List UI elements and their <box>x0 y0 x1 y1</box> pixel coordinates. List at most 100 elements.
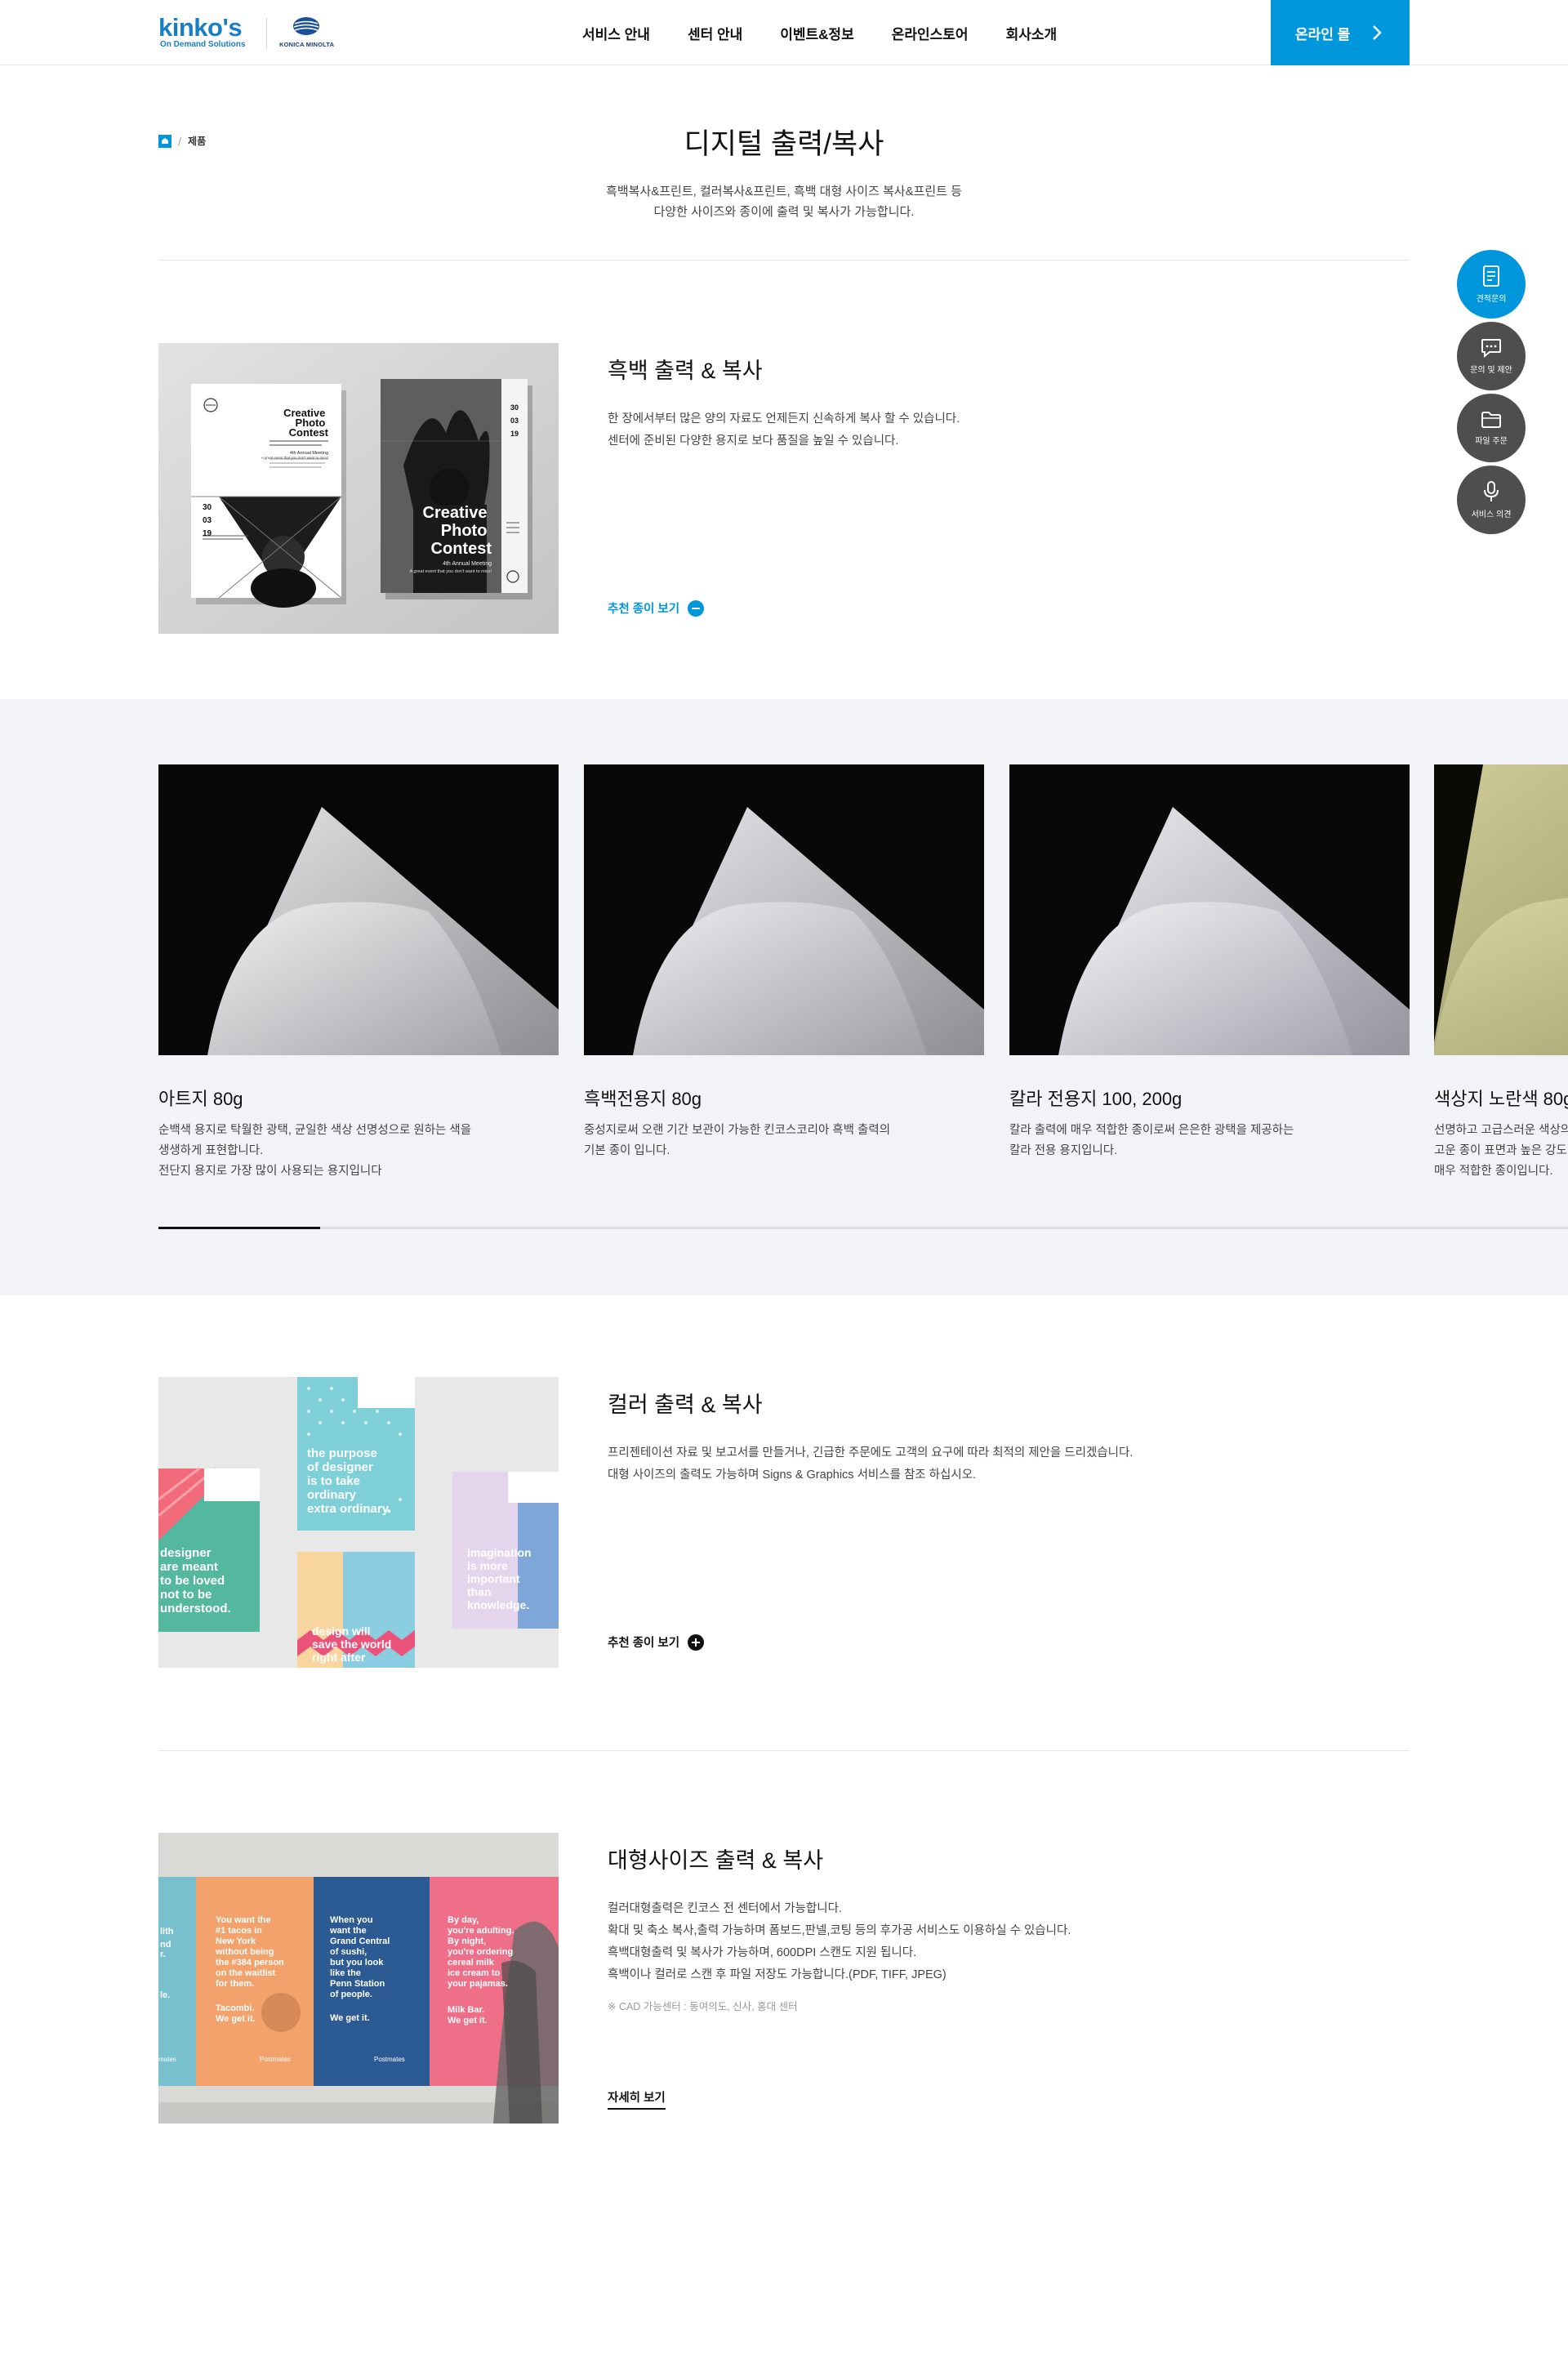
paper-card[interactable]: 아트지 80g 순백색 용지로 탁월한 광택, 균일한 색상 선명성으로 원하는… <box>158 764 559 1182</box>
large-detail-link[interactable]: 자세히 보기 <box>608 2088 666 2110</box>
paper-image <box>158 764 559 1055</box>
paper-desc: 순백색 용지로 탁월한 광택, 균일한 색상 선명성으로 원하는 색을 생생하게… <box>158 1121 559 1182</box>
postmates-label: mates <box>158 2056 176 2063</box>
link-label: 자세히 보기 <box>608 2092 666 2105</box>
poster-date: 19 <box>510 430 519 438</box>
folder-icon <box>1481 411 1501 428</box>
page-title: 디지털 출력/복사 <box>684 128 884 160</box>
quick-label: 견적문의 <box>1476 294 1507 304</box>
paper-carousel: 아트지 80g 순백색 용지로 탁월한 광택, 균일한 색상 선명성으로 원하는… <box>0 699 1568 1295</box>
carousel-progress-bar[interactable] <box>158 1227 1568 1229</box>
paper-name: 아트지 80g <box>158 1089 243 1109</box>
mono-print-image: Creative Photo Contest 4th Annual Meetin… <box>158 343 559 634</box>
poster-date: 03 <box>510 417 519 425</box>
nav-item-centers[interactable]: 센터 안내 <box>669 23 761 43</box>
desc-line: 한 장에서부터 많은 양의 자료도 언제든지 신속하게 복사 할 수 있습니다. <box>608 412 960 426</box>
page-desc-line: 흑백복사&프린트, 컬러복사&프린트, 흑백 대형 사이즈 복사&프린트 등 <box>606 185 962 198</box>
nav-item-online-store[interactable]: 온라인스토어 <box>873 23 987 43</box>
paper-desc: 중성지로써 오랜 기간 보관이 가능한 킨코스코리아 흑백 출력의 기본 종이 … <box>584 1121 984 1161</box>
poster-subtitle: 4th Annual Meeting <box>443 561 492 567</box>
kinkos-logo[interactable]: kinko's On Demand Solutions KONICA MINOL… <box>158 15 354 52</box>
large-poster-illustration: lith nd r. le. mates You want the #1 tacos… <box>158 1833 559 2124</box>
desc-line: 컬러대형출력은 킨코스 전 센터에서 가능합니다. <box>608 1902 842 1915</box>
desc-line: 흑백대형출력 및 복사가 가능하며, 600DPI 스캔도 지원 됩니다. <box>608 1946 917 1959</box>
konica-minolta-text: KONICA MINOLTA <box>279 41 335 48</box>
quick-menu: 견적문의 문의 및 제안 파일 주문 서비스 의견 <box>1457 250 1526 537</box>
nav-item-services[interactable]: 서비스 안내 <box>564 23 669 43</box>
desc-line: 매우 적합한 종이입니다. <box>1434 1165 1553 1178</box>
color-section-title: 컬러 출력 & 복사 <box>608 1393 763 1417</box>
nav-item-events[interactable]: 이벤트&정보 <box>761 23 872 43</box>
poster-date: 03 <box>203 516 212 525</box>
page-description: 흑백복사&프린트, 컬러복사&프린트, 흑백 대형 사이즈 복사&프린트 등 다… <box>0 181 1568 222</box>
large-print-image: lith nd r. le. mates You want the #1 tacos… <box>158 1833 559 2124</box>
quick-inquiry-button[interactable]: 문의 및 제안 <box>1457 322 1526 390</box>
color-print-image: designer are meant to be loved not to be… <box>158 1377 559 1668</box>
online-mall-button[interactable]: 온라인 몰 <box>1271 0 1410 65</box>
quick-label: 파일 주문 <box>1475 436 1508 446</box>
desc-line: 기본 종이 입니다. <box>584 1144 670 1157</box>
document-icon <box>1483 265 1499 287</box>
konica-minolta-icon <box>293 17 319 35</box>
cad-center-note: ※ CAD 가능센터 : 동여의도, 신사, 홍대 센터 <box>608 2001 798 2012</box>
poster-title-word: Creative <box>423 504 488 522</box>
paper-desc: 칼라 출력에 매우 적합한 종이로써 은은한 광택을 제공하는 칼라 전용 용지… <box>1009 1121 1410 1161</box>
quick-quote-button[interactable]: 견적문의 <box>1457 250 1526 319</box>
link-label: 추천 종이 보기 <box>608 1637 680 1650</box>
microphone-icon <box>1484 480 1499 501</box>
paper-name: 색상지 노란색 80g <box>1434 1089 1568 1109</box>
paper-image <box>1434 764 1568 1055</box>
mono-recommend-paper-link[interactable]: 추천 종이 보기 <box>608 599 705 617</box>
carousel-progress-fill <box>158 1227 320 1229</box>
desc-line: 칼라 전용 용지입니다. <box>1009 1144 1118 1157</box>
main-nav: 서비스 안내 센터 안내 이벤트&정보 온라인스토어 회사소개 <box>564 0 1076 65</box>
quick-label: 문의 및 제안 <box>1470 365 1512 375</box>
mono-section-desc: 한 장에서부터 많은 양의 자료도 언제든지 신속하게 복사 할 수 있습니다.… <box>608 408 960 452</box>
site-header: kinko's On Demand Solutions KONICA MINOL… <box>0 0 1568 65</box>
poster-tagline: A great event that you don't want to mis… <box>410 569 492 574</box>
logo-wordmark: kinko's <box>158 13 243 42</box>
paper-desc: 선명하고 고급스러운 색상의 고운 종이 표면과 높은 강도 매우 적합한 종이… <box>1434 1121 1568 1182</box>
chat-bubble-icon <box>1481 338 1501 358</box>
large-section-desc: 컬러대형출력은 킨코스 전 센터에서 가능합니다. 확대 및 축소 복사,출력 … <box>608 1898 1071 1986</box>
poster-date: 19 <box>203 529 212 538</box>
quick-label: 서비스 의견 <box>1471 510 1512 519</box>
desc-line: 순백색 용지로 탁월한 광택, 균일한 색상 선명성으로 원하는 색을 <box>158 1124 472 1137</box>
divider <box>158 1750 1410 1751</box>
desc-line: 고운 종이 표면과 높은 강도 <box>1434 1144 1567 1157</box>
paper-card[interactable]: 흑백전용지 80g 중성지로써 오랜 기간 보관이 가능한 킨코스코리아 흑백 … <box>584 764 984 1161</box>
desc-line: 프리젠테이션 자료 및 보고서를 만들거나, 긴급한 주문에도 고객의 요구에 … <box>608 1446 1134 1460</box>
poster-date: 30 <box>510 403 519 412</box>
large-section-title: 대형사이즈 출력 & 복사 <box>608 1848 824 1873</box>
desc-line: 선명하고 고급스러운 색상의 <box>1434 1124 1568 1137</box>
mono-section-title: 흑백 출력 & 복사 <box>608 359 763 383</box>
logo-divider <box>266 18 267 49</box>
quick-feedback-button[interactable]: 서비스 의견 <box>1457 466 1526 534</box>
desc-line: 칼라 출력에 매우 적합한 종이로써 은은한 광택을 제공하는 <box>1009 1124 1294 1137</box>
minus-circle-icon <box>688 599 705 617</box>
link-label: 추천 종이 보기 <box>608 603 680 616</box>
logo-subtitle: On Demand Solutions <box>160 40 246 49</box>
poster-tagline: A great event that you don't want to mis… <box>261 456 328 460</box>
paper-image <box>1009 764 1410 1055</box>
color-section-desc: 프리젠테이션 자료 및 보고서를 만들거나, 긴급한 주문에도 고객의 요구에 … <box>608 1442 1133 1486</box>
color-recommend-paper-link[interactable]: 추천 종이 보기 <box>608 1633 705 1651</box>
paper-card[interactable]: 칼라 전용지 100, 200g 칼라 출력에 매우 적합한 종이로써 은은한 … <box>1009 764 1410 1161</box>
nav-item-company[interactable]: 회사소개 <box>987 23 1076 43</box>
paper-name: 칼라 전용지 100, 200g <box>1009 1089 1183 1109</box>
page-desc-line: 다양한 사이즈와 종이에 출력 및 복사가 가능합니다. <box>653 205 915 219</box>
desc-line: 전단지 용지로 가장 많이 사용되는 용지입니다 <box>158 1165 382 1178</box>
online-mall-label: 온라인 몰 <box>1295 26 1351 42</box>
desc-line: 흑백이나 컬러로 스캔 후 파일 저장도 가능합니다.(PDF, TIFF, J… <box>608 1968 947 1981</box>
quick-file-order-button[interactable]: 파일 주문 <box>1457 394 1526 462</box>
desc-line: 중성지로써 오랜 기간 보관이 가능한 킨코스코리아 흑백 출력의 <box>584 1124 891 1137</box>
desc-line: 생생하게 표현합니다. <box>158 1144 264 1157</box>
poster-title-word: Contest <box>289 426 329 439</box>
paper-card[interactable]: 색상지 노란색 80g 선명하고 고급스러운 색상의 고운 종이 표면과 높은 … <box>1434 764 1568 1182</box>
paper-name: 흑백전용지 80g <box>584 1089 702 1109</box>
paper-image <box>584 764 984 1055</box>
color-poster-illustration: designer are meant to be loved not to be… <box>158 1377 559 1668</box>
divider <box>158 260 1410 261</box>
desc-line: 확대 및 축소 복사,출력 가능하며 폼보드,판넬,코팅 등의 후가공 서비스도… <box>608 1924 1071 1937</box>
poster-date: 30 <box>203 503 212 512</box>
